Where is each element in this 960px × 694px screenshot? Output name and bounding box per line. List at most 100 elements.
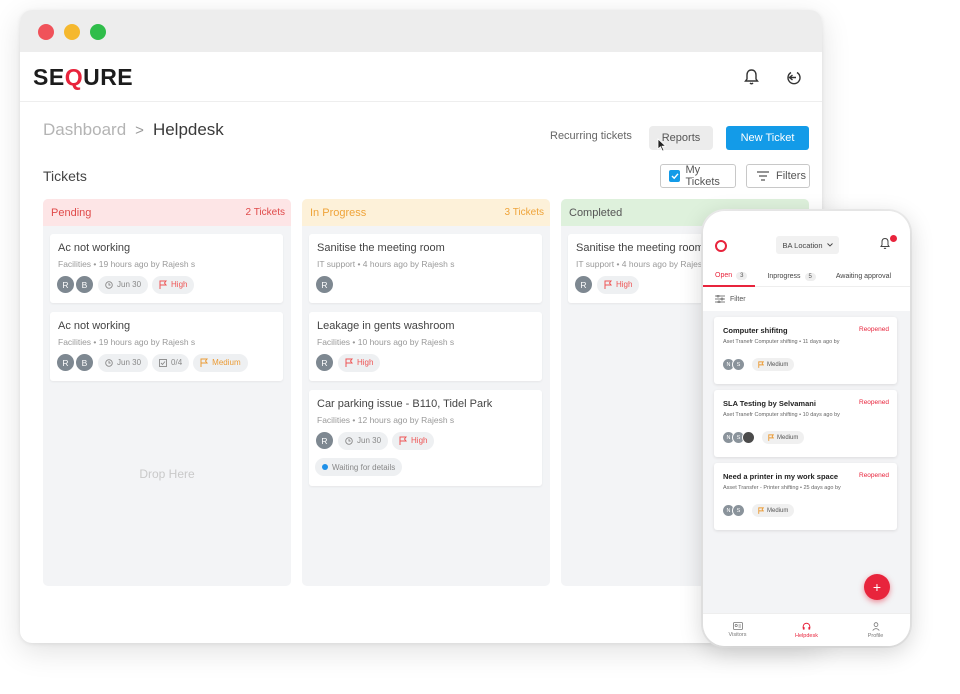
- ticket-title: Leakage in gents washroom: [317, 320, 455, 332]
- checklist-icon: [159, 358, 167, 367]
- breadcrumb-separator: >: [135, 121, 144, 139]
- status-dot-icon: [322, 464, 328, 470]
- priority-label: High: [411, 436, 428, 445]
- sequre-logo-icon: [715, 240, 727, 252]
- mobile-bottom-nav: Visitors Helpdesk Profile: [703, 613, 910, 646]
- flag-icon: [768, 434, 774, 441]
- ticket-meta: IT support • 4 hours ago by Rajesh s: [317, 259, 455, 269]
- user-icon: [871, 621, 880, 631]
- assignee-avatars: R B: [56, 275, 94, 294]
- ticket-count: 3 Tickets: [504, 207, 544, 218]
- new-ticket-button[interactable]: New Ticket: [726, 126, 809, 150]
- my-tickets-label: My Tickets: [685, 164, 720, 188]
- due-date-pill: Jun 30: [98, 353, 149, 372]
- status-badge: Reopened: [859, 326, 889, 333]
- status-badge: Reopened: [859, 399, 889, 406]
- mobile-filter-button[interactable]: Filter: [715, 295, 746, 303]
- priority-pill: High: [392, 431, 435, 450]
- breadcrumb-dashboard-link[interactable]: Dashboard: [43, 120, 126, 140]
- sequre-logo[interactable]: SEQURE: [33, 64, 133, 91]
- tickets-section-title: Tickets: [43, 168, 87, 184]
- checklist-pill: 0/4: [152, 353, 190, 372]
- ticket-tags: R High: [315, 353, 381, 372]
- mobile-ticket-card[interactable]: Need a printer in my work space Reopened…: [714, 463, 897, 530]
- due-date: Jun 30: [117, 358, 142, 367]
- ticket-card[interactable]: Ac not working Facilities • 19 hours ago…: [50, 312, 283, 381]
- due-date: Jun 30: [117, 280, 142, 289]
- ticket-tags: R B Jun 30 0/4 Medium: [56, 353, 248, 372]
- ticket-tags: R: [315, 275, 334, 294]
- ticket-card[interactable]: Ac not working Facilities • 19 hours ago…: [50, 234, 283, 303]
- avatar[interactable]: R: [315, 353, 334, 372]
- app-header: SEQURE: [20, 52, 822, 102]
- filters-button[interactable]: Filters: [746, 164, 810, 188]
- status-badge: Reopened: [859, 472, 889, 479]
- in-progress-column: In Progress 3 Tickets Sanitise the meeti…: [302, 199, 550, 586]
- logout-icon[interactable]: [783, 66, 805, 88]
- nav-visitors[interactable]: Visitors: [703, 614, 772, 646]
- avatar[interactable]: R: [56, 275, 75, 294]
- bell-icon[interactable]: [740, 66, 762, 88]
- avatar[interactable]: B: [75, 353, 94, 372]
- priority-pill: Medium: [762, 431, 805, 444]
- ticket-title: Ac not working: [58, 320, 131, 332]
- ticket-meta: Facilities • 19 hours ago by Rajesh s: [58, 259, 196, 269]
- priority-pill: High: [152, 275, 195, 294]
- ticket-title: Car parking issue - B110, Tidel Park: [317, 398, 493, 410]
- avatar[interactable]: R: [315, 431, 334, 450]
- flag-icon: [604, 280, 612, 289]
- ticket-title: Computer shifitng: [723, 326, 788, 335]
- breadcrumb-current: Helpdesk: [152, 120, 224, 139]
- ticket-card[interactable]: Leakage in gents washroom Facilities • 1…: [309, 312, 542, 381]
- ticket-meta: Facilities • 10 hours ago by Rajesh s: [317, 337, 455, 347]
- breadcrumb: Dashboard > Helpdesk: [43, 120, 224, 140]
- tab-open[interactable]: Open 3: [703, 267, 756, 287]
- minimize-window-button[interactable]: [64, 24, 80, 40]
- notification-badge: [890, 235, 897, 242]
- avatar[interactable]: R: [315, 275, 334, 294]
- window-titlebar: [20, 10, 822, 52]
- avatar[interactable]: B: [75, 275, 94, 294]
- recurring-tickets-button[interactable]: Recurring tickets: [550, 130, 632, 142]
- nav-helpdesk[interactable]: Helpdesk: [772, 614, 841, 646]
- maximize-window-button[interactable]: [90, 24, 106, 40]
- mobile-ticket-card[interactable]: SLA Testing by Selvamani Reopened Aset T…: [714, 390, 897, 457]
- ticket-meta: IT support • 4 hours ago by Rajesh s: [576, 259, 714, 269]
- pending-column: Pending 2 Tickets Ac not working Facilit…: [43, 199, 291, 586]
- mobile-ticket-card[interactable]: Computer shifitng Reopened Aset Tranefr …: [714, 317, 897, 384]
- drop-zone-hint[interactable]: Drop Here: [43, 467, 291, 481]
- nav-profile[interactable]: Profile: [841, 614, 910, 646]
- avatar[interactable]: S: [732, 504, 745, 517]
- location-dropdown[interactable]: BA Location: [776, 236, 839, 254]
- ticket-meta: Aset Tranefr Computer shifting • 10 days…: [723, 412, 840, 418]
- tab-inprogress[interactable]: Inprogress 5: [755, 267, 823, 287]
- add-ticket-fab[interactable]: +: [864, 574, 890, 600]
- priority-label: Medium: [767, 507, 789, 514]
- priority-pill: High: [338, 353, 381, 372]
- ticket-card[interactable]: Sanitise the meeting room IT support • 4…: [309, 234, 542, 303]
- avatar-photo[interactable]: [742, 431, 755, 444]
- ticket-tags: R Jun 30 High: [315, 431, 435, 450]
- flag-icon: [159, 280, 168, 289]
- reports-label: Reports: [661, 132, 701, 144]
- id-card-icon: [732, 622, 743, 630]
- my-tickets-toggle[interactable]: My Tickets: [660, 164, 736, 188]
- avatar[interactable]: R: [56, 353, 75, 372]
- avatar[interactable]: S: [732, 358, 745, 371]
- ticket-card[interactable]: Car parking issue - B110, Tidel Park Fac…: [309, 390, 542, 486]
- mobile-ticket-list: Computer shifitng Reopened Aset Tranefr …: [703, 311, 910, 613]
- nav-label: Helpdesk: [795, 632, 818, 639]
- stage: SEQURE Dashboard > Helpdesk Recurring ti…: [0, 0, 960, 694]
- clock-icon: [105, 358, 113, 367]
- tab-awaiting-approval[interactable]: Awaiting approval: [824, 267, 899, 287]
- avatar[interactable]: R: [574, 275, 593, 294]
- ticket-tags: R High: [574, 275, 640, 294]
- new-ticket-label: New Ticket: [740, 132, 795, 144]
- priority-label: Medium: [777, 434, 799, 441]
- close-window-button[interactable]: [38, 24, 54, 40]
- assignee-avatars: R B: [56, 353, 94, 372]
- priority-pill: Medium: [752, 504, 795, 517]
- filter-sliders-icon: [715, 295, 725, 303]
- mouse-cursor-icon: [657, 138, 667, 152]
- browser-window: SEQURE Dashboard > Helpdesk Recurring ti…: [20, 10, 822, 643]
